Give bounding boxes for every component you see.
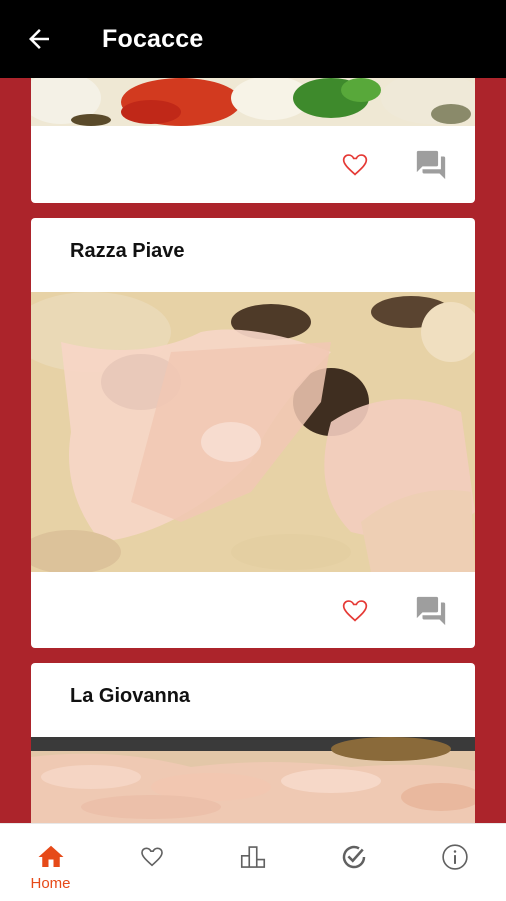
focaccia-card (31, 78, 475, 203)
comment-icon[interactable] (411, 594, 451, 628)
card-actions (335, 148, 451, 182)
page-title: Focacce (102, 25, 204, 53)
card-title[interactable]: Razza Piave (70, 240, 185, 263)
comment-icon[interactable] (411, 148, 451, 182)
heart-outline-icon[interactable] (335, 148, 375, 182)
focaccia-photo[interactable] (31, 292, 475, 572)
focaccia-card: Razza Piave (31, 218, 475, 648)
focaccia-card: La Giovanna (31, 663, 475, 823)
focaccia-photo[interactable] (31, 737, 475, 823)
focaccia-photo[interactable] (31, 78, 475, 126)
bottom-navigation: Home (0, 823, 506, 901)
nav-favorites[interactable] (101, 824, 202, 901)
arrow-back-icon[interactable] (24, 24, 54, 54)
heart-outline-icon (136, 842, 168, 872)
heart-outline-icon[interactable] (335, 594, 375, 628)
info-icon (439, 842, 471, 872)
app-bar: Focacce (0, 0, 506, 78)
nav-checked[interactable] (303, 824, 404, 901)
nav-home[interactable]: Home (0, 824, 101, 901)
leaderboard-icon (237, 842, 269, 872)
nav-ranking[interactable] (202, 824, 303, 901)
check-circle-icon (338, 842, 370, 872)
nav-home-label: Home (30, 875, 71, 892)
nav-info[interactable] (404, 824, 505, 901)
home-icon (35, 842, 67, 872)
card-title[interactable]: La Giovanna (70, 685, 190, 708)
feed-list[interactable]: Razza Piave La Giovanna (0, 78, 506, 823)
card-actions (335, 594, 451, 628)
